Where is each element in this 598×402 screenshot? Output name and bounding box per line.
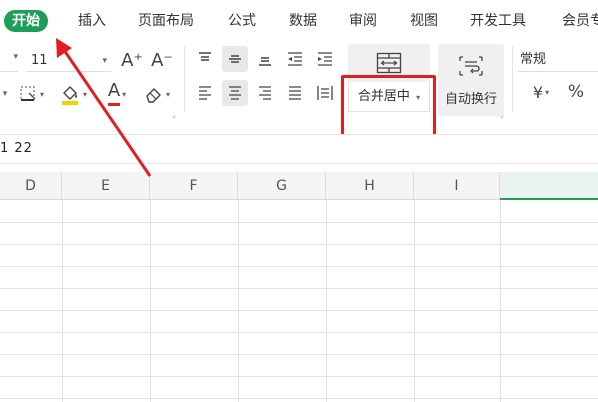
border-button[interactable]: ▾ xyxy=(16,82,46,106)
column-header-i[interactable]: I xyxy=(414,172,500,200)
merge-center-button[interactable]: 合并居中 ▾ xyxy=(348,44,430,116)
column-header-h[interactable]: H xyxy=(326,172,414,200)
group-separator xyxy=(512,46,513,112)
chevron-down-icon: ▾ xyxy=(122,89,127,99)
align-middle-button[interactable] xyxy=(222,46,248,72)
align-left-button[interactable] xyxy=(192,80,218,106)
chevron-down-icon: ▾ xyxy=(165,89,170,99)
menu-tab-data[interactable]: 数据 xyxy=(289,10,317,32)
fill-color-button[interactable]: ▾ xyxy=(56,82,90,106)
chevron-down-icon: ▾ xyxy=(545,87,550,97)
justify-button[interactable] xyxy=(282,80,308,106)
decrease-font-icon: A⁻ xyxy=(151,49,173,71)
font-size-combo[interactable]: 11 ▾ xyxy=(26,48,112,72)
increase-indent-button[interactable] xyxy=(312,46,338,72)
border-icon xyxy=(20,86,36,101)
chevron-down-icon: ▾ xyxy=(39,89,44,99)
align-top-icon xyxy=(199,52,211,61)
formula-bar[interactable]: 1 22 xyxy=(0,134,598,164)
number-format-value: 常规 xyxy=(520,52,547,67)
font-color-icon: A xyxy=(107,82,121,106)
align-right-icon xyxy=(259,86,271,100)
dialog-launcher-icon[interactable]: ⌟ xyxy=(172,110,176,119)
menu-tab-page-layout[interactable]: 页面布局 xyxy=(138,10,194,32)
align-center-button[interactable] xyxy=(222,80,248,106)
column-header-g[interactable]: G xyxy=(238,172,326,200)
font-family-combo[interactable]: ▾ xyxy=(0,48,18,72)
align-top-button[interactable] xyxy=(192,46,218,72)
dialog-launcher-icon[interactable]: ⌟ xyxy=(500,110,504,119)
chevron-down-icon[interactable]: ▾ xyxy=(0,82,10,106)
ribbon-toolbar: ▾ 11 ▾ A⁺ A⁻ ▾ ▾ ▾ A ▾ ▾ ⌟ 合并居中 ▾ 自动换行 ⌟… xyxy=(0,40,598,157)
wrap-text-button[interactable]: 自动换行 xyxy=(438,44,504,116)
eraser-icon xyxy=(146,88,161,103)
cell-grid[interactable] xyxy=(0,200,598,402)
menu-bar: 开始 插入 页面布局 公式 数据 审阅 视图 开发工具 会员专 xyxy=(0,0,598,40)
menu-tab-member[interactable]: 会员专 xyxy=(562,10,598,32)
menu-tab-formulas[interactable]: 公式 xyxy=(228,10,256,32)
column-header-e[interactable]: E xyxy=(62,172,150,200)
column-header-f[interactable]: F xyxy=(150,172,238,200)
merge-cells-icon xyxy=(376,52,402,74)
currency-button[interactable]: ¥ ▾ xyxy=(524,80,558,104)
column-header-row: D E F G H I xyxy=(0,172,598,200)
menu-tab-view[interactable]: 视图 xyxy=(410,10,438,32)
fill-bucket-icon xyxy=(61,86,78,105)
decrease-indent-button[interactable] xyxy=(282,46,308,72)
wrap-text-label: 自动换行 xyxy=(444,92,497,107)
menu-tab-review[interactable]: 审阅 xyxy=(349,10,377,32)
group-separator xyxy=(184,46,185,112)
align-center-icon xyxy=(229,86,241,100)
column-header-d[interactable]: D xyxy=(0,172,62,200)
font-size-value: 11 xyxy=(31,53,48,68)
align-right-button[interactable] xyxy=(252,80,278,106)
percent-button[interactable]: % xyxy=(564,80,588,104)
column-header-selected[interactable] xyxy=(500,172,598,200)
decrease-font-button[interactable]: A⁻ xyxy=(150,48,174,72)
wrap-text-icon xyxy=(459,56,483,76)
clear-format-button[interactable]: ▾ xyxy=(140,82,174,106)
merge-center-label: 合并居中 xyxy=(357,89,410,104)
increase-font-icon: A⁺ xyxy=(121,49,143,71)
increase-font-button[interactable]: A⁺ xyxy=(120,48,144,72)
chevron-down-icon: ▾ xyxy=(102,56,107,66)
chevron-down-icon: ▾ xyxy=(82,89,87,99)
indent-icon xyxy=(318,52,332,66)
menu-tab-start[interactable]: 开始 xyxy=(4,10,48,32)
number-format-combo[interactable]: 常规 xyxy=(518,48,598,72)
formula-bar-content: 1 22 xyxy=(0,141,33,156)
menu-tab-insert[interactable]: 插入 xyxy=(78,10,106,32)
percent-icon: % xyxy=(567,82,585,102)
menu-tab-developer[interactable]: 开发工具 xyxy=(470,10,526,32)
outdent-icon xyxy=(288,52,302,66)
font-color-button[interactable]: A ▾ xyxy=(100,82,134,106)
justify-icon xyxy=(289,86,301,100)
distributed-align-button[interactable] xyxy=(312,80,338,106)
align-middle-icon xyxy=(229,55,241,63)
align-bottom-icon xyxy=(259,57,271,66)
chevron-down-icon: ▾ xyxy=(416,93,421,102)
currency-icon: ¥ xyxy=(532,82,544,102)
distributed-align-icon xyxy=(317,86,333,100)
align-bottom-button[interactable] xyxy=(252,46,278,72)
align-left-icon xyxy=(199,86,211,100)
